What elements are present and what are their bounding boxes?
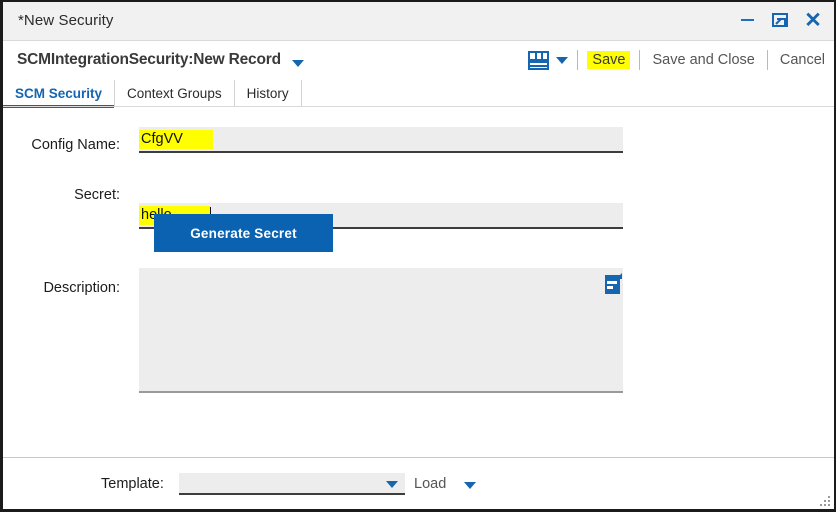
description-label: Description: bbox=[43, 280, 120, 296]
command-bar: SCMIntegrationSecurity:New Record Save S… bbox=[3, 41, 834, 79]
minimize-button[interactable] bbox=[736, 8, 758, 32]
config-name-input[interactable]: CfgVV bbox=[139, 127, 623, 153]
window-title: *New Security bbox=[18, 12, 114, 29]
minimize-icon bbox=[740, 19, 754, 21]
record-title: SCMIntegrationSecurity:New Record bbox=[17, 51, 281, 68]
load-chevron-down-icon[interactable] bbox=[464, 482, 476, 489]
page-line bbox=[607, 281, 617, 284]
tab-history[interactable]: History bbox=[235, 80, 302, 107]
config-name-label: Config Name: bbox=[31, 137, 120, 153]
window-controls: ✕ bbox=[736, 8, 824, 32]
grid-top-row bbox=[530, 52, 548, 61]
config-name-value: CfgVV bbox=[139, 129, 213, 149]
close-icon: ✕ bbox=[804, 8, 822, 32]
save-and-close-button[interactable]: Save and Close bbox=[649, 51, 757, 69]
new-security-window: *New Security ✕ SCMIntegrationSecurity:N… bbox=[0, 0, 836, 512]
page-body bbox=[605, 275, 620, 294]
cancel-button[interactable]: Cancel bbox=[777, 51, 828, 69]
grid-layout-icon[interactable] bbox=[528, 50, 550, 70]
record-chevron-down-icon[interactable] bbox=[292, 60, 304, 67]
save-button[interactable]: Save bbox=[587, 51, 631, 69]
generate-secret-button[interactable]: Generate Secret bbox=[154, 214, 333, 252]
restore-icon bbox=[772, 13, 788, 27]
footer-divider bbox=[3, 457, 834, 458]
tab-scm-security[interactable]: SCM Security bbox=[3, 80, 116, 108]
page-line bbox=[607, 286, 613, 289]
load-button[interactable]: Load bbox=[414, 476, 446, 492]
divider bbox=[577, 50, 579, 70]
secret-label: Secret: bbox=[74, 187, 120, 203]
template-select[interactable] bbox=[179, 473, 405, 495]
resize-grip-icon[interactable] bbox=[818, 494, 830, 506]
tab-label: Context Groups bbox=[127, 86, 222, 101]
divider bbox=[766, 50, 768, 70]
grid-bottom-row bbox=[530, 64, 548, 67]
divider bbox=[639, 50, 641, 70]
tab-label: SCM Security bbox=[15, 86, 103, 101]
tab-context-groups[interactable]: Context Groups bbox=[115, 80, 235, 107]
template-label: Template: bbox=[101, 476, 164, 492]
tab-label: History bbox=[246, 86, 289, 101]
description-textarea[interactable] bbox=[139, 268, 623, 393]
command-actions: Save Save and Close Cancel bbox=[528, 41, 828, 79]
grid-mid-row bbox=[530, 60, 548, 63]
form-body: Config Name: CfgVV Secret: hello Generat… bbox=[3, 107, 834, 509]
tab-bar: SCM Security Context Groups History bbox=[3, 79, 834, 108]
title-bar: *New Security ✕ bbox=[3, 2, 834, 41]
template-chevron-down-icon bbox=[386, 481, 398, 488]
restore-button[interactable] bbox=[769, 8, 791, 32]
close-button[interactable]: ✕ bbox=[802, 8, 824, 32]
layout-chevron-down-icon[interactable] bbox=[556, 56, 569, 64]
document-editor-icon[interactable] bbox=[605, 273, 622, 294]
